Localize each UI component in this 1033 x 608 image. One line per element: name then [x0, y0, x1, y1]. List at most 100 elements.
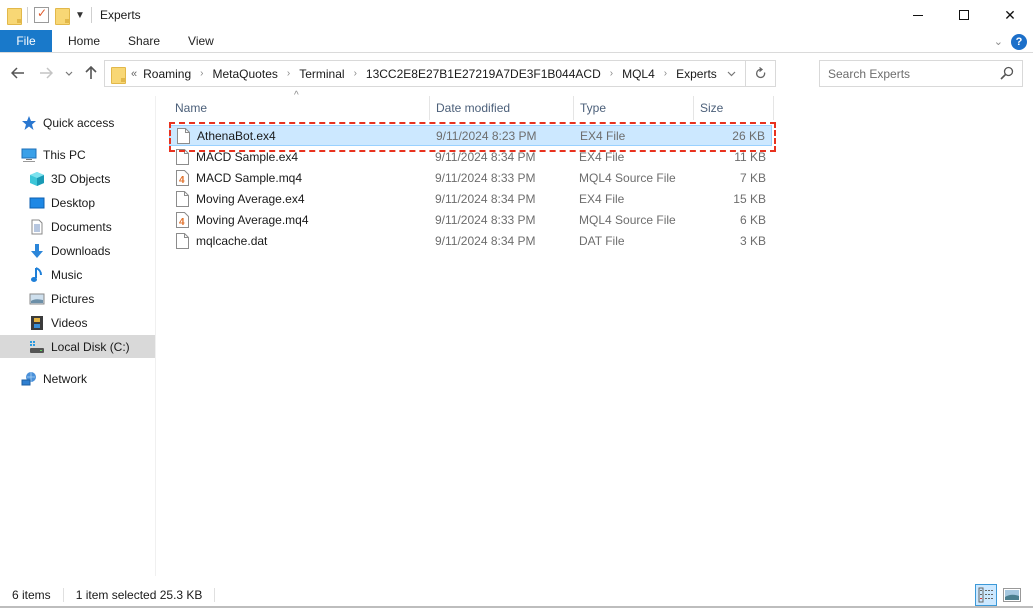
file-date: 9/11/2024 8:34 PM	[435, 149, 536, 164]
breadcrumb-separator[interactable]: ›	[610, 68, 613, 79]
file-date: 9/11/2024 8:33 PM	[435, 170, 536, 185]
nav-item-music[interactable]: Music	[0, 263, 155, 286]
nav-label: Pictures	[51, 291, 95, 306]
close-icon: ✕	[1004, 6, 1016, 23]
file-row[interactable]: Moving Average.ex4 9/11/2024 8:34 PM EX4…	[169, 189, 772, 210]
breadcrumb-separator[interactable]: ›	[664, 68, 667, 79]
navigation-pane: Quick access This PC 3D Objects Desktop …	[0, 96, 156, 576]
search-input[interactable]	[828, 66, 998, 81]
nav-label: Documents	[51, 219, 112, 234]
arrow-right-icon	[40, 67, 53, 79]
breadcrumb-experts[interactable]: Experts	[676, 67, 717, 81]
customize-toolbar-icon[interactable]: ▼	[75, 10, 85, 21]
breadcrumb: « Roaming › MetaQuotes › Terminal › 13CC…	[131, 67, 717, 81]
expand-ribbon-icon[interactable]: ⌄	[994, 35, 1003, 48]
nav-item-this-pc[interactable]: This PC	[0, 143, 155, 166]
file-name: mqlcache.dat	[196, 233, 268, 248]
file-size: 3 KB	[739, 233, 766, 248]
chevron-down-icon	[65, 71, 73, 76]
large-icons-view-icon	[1003, 588, 1021, 602]
nav-item-quick-access[interactable]: Quick access	[0, 111, 155, 134]
breadcrumb-overflow[interactable]: «	[131, 68, 137, 80]
large-icons-view-button[interactable]	[1001, 584, 1023, 606]
quick-access-toolbar: ▼	[0, 0, 92, 30]
divider	[214, 588, 216, 602]
maximize-button[interactable]	[941, 0, 987, 30]
back-button[interactable]	[8, 61, 28, 85]
tab-home[interactable]: Home	[54, 30, 114, 52]
nav-item-desktop[interactable]: Desktop	[0, 191, 155, 214]
file-type: DAT File	[579, 233, 625, 248]
up-button[interactable]	[82, 61, 100, 85]
file-type: MQL4 Source File	[579, 170, 676, 185]
tab-view[interactable]: View	[174, 30, 228, 52]
breadcrumb-mql4[interactable]: MQL4	[622, 67, 655, 81]
file-size: 6 KB	[739, 212, 766, 227]
navigation-bar: « Roaming › MetaQuotes › Terminal › 13CC…	[0, 58, 1033, 88]
breadcrumb-roaming[interactable]: Roaming	[143, 67, 191, 81]
file-type: EX4 File	[580, 128, 626, 143]
breadcrumb-separator[interactable]: ›	[287, 68, 290, 79]
nav-label: This PC	[43, 147, 86, 162]
nav-item-network[interactable]: Network	[0, 367, 155, 390]
tab-share[interactable]: Share	[114, 30, 174, 52]
nav-item-documents[interactable]: Documents	[0, 215, 155, 238]
file-row[interactable]: 4 MACD Sample.mq4 9/11/2024 8:33 PM MQL4…	[169, 168, 772, 189]
column-header-name[interactable]: Name	[169, 96, 429, 120]
tab-file[interactable]: File	[0, 30, 52, 52]
column-header-size[interactable]: Size	[694, 96, 773, 120]
breadcrumb-terminal-id[interactable]: 13CC2E8E27B1E27219A7DE3F1B044ACD	[366, 67, 601, 81]
file-row[interactable]: MACD Sample.ex4 9/11/2024 8:34 PM EX4 Fi…	[169, 147, 772, 168]
properties-icon[interactable]	[34, 6, 49, 23]
recent-locations-button[interactable]	[62, 61, 76, 85]
refresh-button[interactable]	[745, 61, 775, 86]
divider	[91, 7, 92, 23]
nav-label: Music	[51, 267, 83, 282]
nav-item-videos[interactable]: Videos	[0, 311, 155, 334]
file-date: 9/11/2024 8:23 PM	[436, 128, 537, 143]
documents-icon	[29, 219, 45, 235]
star-icon	[21, 115, 37, 131]
divider	[27, 7, 28, 23]
forward-button[interactable]	[36, 61, 56, 85]
minimize-button[interactable]	[895, 0, 941, 30]
file-name: Moving Average.ex4	[196, 191, 305, 206]
nav-label: Videos	[51, 315, 88, 330]
search-icon[interactable]	[1000, 66, 1014, 80]
breadcrumb-separator[interactable]: ›	[200, 68, 203, 79]
ribbon-right: ⌄ ?	[994, 31, 1027, 52]
new-folder-icon[interactable]	[55, 7, 70, 25]
details-view-button[interactable]	[975, 584, 997, 606]
breadcrumb-terminal[interactable]: Terminal	[299, 67, 344, 81]
column-divider[interactable]	[773, 96, 774, 120]
breadcrumb-metaquotes[interactable]: MetaQuotes	[213, 67, 278, 81]
folder-icon	[7, 7, 22, 25]
file-row[interactable]: 4 Moving Average.mq4 9/11/2024 8:33 PM M…	[169, 210, 772, 231]
file-date: 9/11/2024 8:34 PM	[435, 191, 536, 206]
nav-item-3d-objects[interactable]: 3D Objects	[0, 167, 155, 190]
address-bar[interactable]: « Roaming › MetaQuotes › Terminal › 13CC…	[104, 60, 776, 87]
view-switcher	[975, 584, 1023, 606]
address-history-button[interactable]	[721, 61, 741, 86]
blank-file-icon	[176, 149, 189, 165]
file-name: MACD Sample.ex4	[196, 149, 299, 164]
download-arrow-icon	[29, 243, 45, 259]
nav-item-local-disk[interactable]: Local Disk (C:)	[0, 335, 155, 358]
nav-item-downloads[interactable]: Downloads	[0, 239, 155, 262]
column-header-type[interactable]: Type	[574, 96, 693, 120]
file-row[interactable]: AthenaBot.ex4 9/11/2024 8:23 PM EX4 File…	[169, 125, 772, 146]
file-name: MACD Sample.mq4	[196, 170, 303, 185]
file-explorer-window: ▼ Experts ✕ File Home Share View ⌄ ?	[0, 0, 1033, 608]
file-type: MQL4 Source File	[579, 212, 676, 227]
column-header-date-modified[interactable]: Date modified	[430, 96, 573, 120]
search-box[interactable]	[819, 60, 1023, 87]
computer-icon	[21, 147, 37, 163]
nav-item-pictures[interactable]: Pictures	[0, 287, 155, 310]
blank-file-icon	[176, 191, 189, 207]
breadcrumb-separator[interactable]: ›	[354, 68, 357, 79]
file-size: 15 KB	[733, 191, 766, 206]
file-row[interactable]: mqlcache.dat 9/11/2024 8:34 PM DAT File …	[169, 231, 772, 252]
svg-text:4: 4	[179, 175, 185, 186]
help-icon[interactable]: ?	[1011, 33, 1027, 50]
close-button[interactable]: ✕	[987, 0, 1033, 30]
